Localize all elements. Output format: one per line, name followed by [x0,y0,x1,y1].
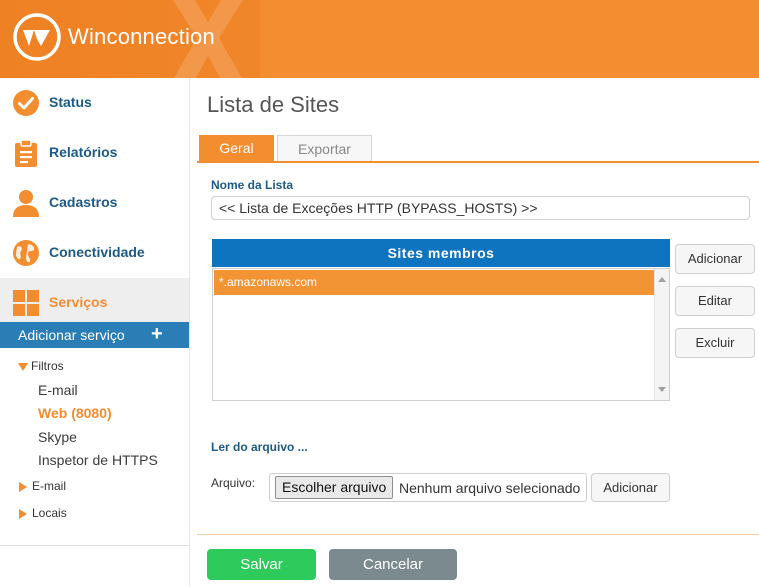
add-service-button[interactable]: Adicionar serviço + [0,322,189,348]
sidebar-item-relatorios[interactable]: Relatórios [0,128,189,178]
list-item[interactable]: *.amazonaws.com [214,270,654,295]
page-title: Lista de Sites [207,92,340,117]
sidebar-item-label: Status [49,94,92,110]
expanded-arrow-icon [18,362,28,371]
list-name-label: Nome da Lista [211,178,294,192]
tree-item-label: E-mail [32,479,67,493]
check-circle-icon [13,90,39,116]
members-list[interactable]: *.amazonaws.com [212,268,670,401]
tabs-underline [197,161,759,163]
edit-site-button[interactable]: Editar [675,286,755,316]
file-input[interactable]: Escolher arquivo Nenhum arquivo selecion… [269,473,587,502]
collapsed-arrow-icon [19,481,27,492]
sidebar-item-label: Serviços [49,294,108,310]
tree-subitem-inspetor-https[interactable]: Inspetor de HTTPS [38,452,158,468]
no-file-text: Nenhum arquivo selecionado [399,480,581,496]
sidebar-item-label: Relatórios [49,144,118,160]
tree-item-label: Filtros [31,359,64,373]
sidebar-item-conectividade[interactable]: Conectividade [0,228,189,278]
sidebar-item-label: Conectividade [49,244,145,260]
clipboard-icon [15,139,37,167]
list-name-field[interactable]: << Lista de Exceções HTTP (BYPASS_HOSTS)… [211,196,750,220]
cancel-button[interactable]: Cancelar [329,549,457,580]
tab-geral[interactable]: Geral [199,135,274,162]
tree-item-locais[interactable]: Locais [19,506,67,520]
grid-icon [13,290,39,316]
read-file-label: Ler do arquivo ... [211,440,308,454]
collapsed-arrow-icon [19,508,27,519]
sidebar-divider [0,545,189,546]
brand-name: Winconnection [68,24,215,49]
tree-subitem-email[interactable]: E-mail [38,382,78,398]
file-label: Arquivo: [211,476,256,490]
save-button[interactable]: Salvar [207,549,316,580]
app-header: Winconnection [0,0,759,78]
sidebar-item-status[interactable]: Status [0,78,189,128]
footer-divider [197,534,759,535]
winconnection-logo-icon [13,13,61,61]
tree-item-label: Locais [32,506,67,520]
members-header: Sites membros [212,239,670,267]
globe-icon [13,240,39,266]
scroll-down-arrow-icon[interactable] [658,387,666,392]
sidebar-item-label: Cadastros [49,194,118,210]
add-file-button[interactable]: Adicionar [591,473,670,502]
tree-item-filtros[interactable]: Filtros [18,359,64,373]
delete-site-button[interactable]: Excluir [675,328,755,358]
tree-subitem-web[interactable]: Web (8080) [38,405,112,421]
add-site-button[interactable]: Adicionar [675,244,755,274]
choose-file-button[interactable]: Escolher arquivo [275,476,394,499]
tree-subitem-skype[interactable]: Skype [38,429,77,445]
sidebar-item-servicos[interactable]: Serviços [0,278,189,328]
sidebar: Status Relatórios Cadastros Conectividad… [0,78,190,587]
scroll-up-arrow-icon[interactable] [658,277,666,282]
user-icon [13,190,39,217]
sidebar-item-cadastros[interactable]: Cadastros [0,178,189,228]
tab-exportar[interactable]: Exportar [277,135,372,162]
tree-item-email[interactable]: E-mail [19,479,66,493]
add-service-label: Adicionar serviço [18,327,125,343]
plus-icon: + [151,323,163,345]
members-scrollbar[interactable] [654,269,669,400]
